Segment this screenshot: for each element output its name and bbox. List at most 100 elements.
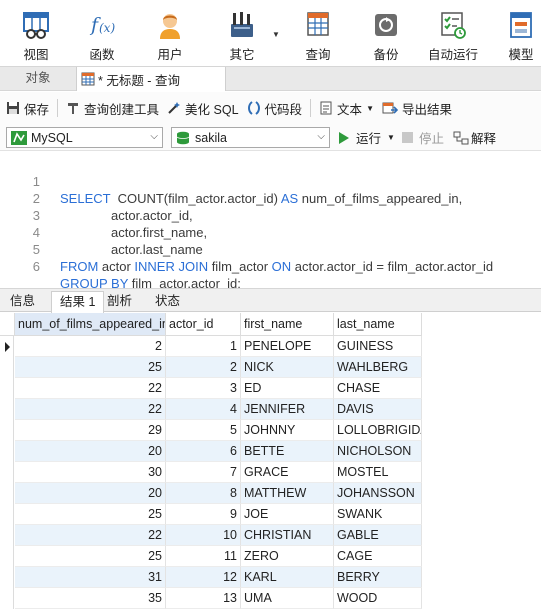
connection-select[interactable]: MySQL ⌵ (6, 127, 163, 148)
cell-first-name[interactable]: ZERO (241, 546, 334, 567)
tab-untitled-query[interactable]: * 无标题 - 查询 (76, 67, 226, 91)
code-snippet-button[interactable]: 代码段 (243, 97, 307, 119)
cell-last-name[interactable]: GABLE (334, 525, 422, 546)
cell-first-name[interactable]: PENELOPE (241, 336, 334, 357)
toolbar-view-button[interactable]: 视图 (18, 0, 54, 66)
table-row[interactable]: 22 10 CHRISTIAN GABLE (0, 525, 541, 546)
cell-last-name[interactable]: SWANK (334, 504, 422, 525)
tab-info[interactable]: 信息 (2, 291, 43, 312)
table-row[interactable]: 31 12 KARL BERRY (0, 567, 541, 588)
table-row[interactable]: 29 5 JOHNNY LOLLOBRIGIDA (0, 420, 541, 441)
toolbar-other-button[interactable]: 其它 (224, 0, 260, 66)
row-indicator[interactable] (0, 567, 14, 588)
table-row[interactable]: 25 9 JOE SWANK (0, 504, 541, 525)
cell-actor-id[interactable]: 2 (166, 357, 241, 378)
cell-last-name[interactable]: NICHOLSON (334, 441, 422, 462)
other-dropdown-arrow-icon[interactable]: ▼ (272, 30, 280, 39)
cell-last-name[interactable]: MOSTEL (334, 462, 422, 483)
cell-num-of-films[interactable]: 22 (15, 525, 166, 546)
save-button[interactable]: 保存 (0, 97, 53, 119)
toolbar-model-button[interactable]: 模型 (506, 0, 536, 66)
sql-editor[interactable]: 1 SELECT COUNT(film_actor.actor_id) AS n… (0, 152, 541, 291)
cell-last-name[interactable]: CAGE (334, 546, 422, 567)
cell-actor-id[interactable]: 4 (166, 399, 241, 420)
cell-num-of-films[interactable]: 2 (15, 336, 166, 357)
row-indicator[interactable] (0, 546, 14, 567)
toolbar-backup-button[interactable]: 备份 (368, 0, 404, 66)
table-row[interactable]: 20 8 MATTHEW JOHANSSON (0, 483, 541, 504)
cell-actor-id[interactable]: 10 (166, 525, 241, 546)
row-indicator[interactable] (0, 357, 14, 378)
cell-num-of-films[interactable]: 25 (15, 546, 166, 567)
query-builder-button[interactable]: 查询创建工具 (62, 97, 163, 119)
tab-profile[interactable]: 剖析 (99, 291, 140, 312)
row-indicator[interactable] (0, 462, 14, 483)
explain-button[interactable]: 解释 (453, 127, 496, 148)
cell-first-name[interactable]: JENNIFER (241, 399, 334, 420)
table-row[interactable]: 35 13 UMA WOOD (0, 588, 541, 609)
beautify-sql-button[interactable]: 美化 SQL (163, 97, 243, 119)
column-header-first-name[interactable]: first_name (241, 313, 334, 336)
cell-actor-id[interactable]: 6 (166, 441, 241, 462)
cell-num-of-films[interactable]: 30 (15, 462, 166, 483)
table-row[interactable]: 2 1 PENELOPE GUINESS (0, 336, 541, 357)
cell-actor-id[interactable]: 3 (166, 378, 241, 399)
export-results-button[interactable]: 导出结果 (378, 97, 456, 119)
cell-num-of-films[interactable]: 25 (15, 357, 166, 378)
cell-actor-id[interactable]: 11 (166, 546, 241, 567)
cell-num-of-films[interactable]: 20 (15, 483, 166, 504)
cell-last-name[interactable]: LOLLOBRIGIDA (334, 420, 422, 441)
table-row[interactable]: 20 6 BETTE NICHOLSON (0, 441, 541, 462)
cell-first-name[interactable]: UMA (241, 588, 334, 609)
cell-actor-id[interactable]: 13 (166, 588, 241, 609)
row-indicator[interactable] (0, 399, 14, 420)
row-indicator[interactable] (0, 588, 14, 609)
row-indicator[interactable] (0, 504, 14, 525)
table-row[interactable]: 30 7 GRACE MOSTEL (0, 462, 541, 483)
cell-num-of-films[interactable]: 35 (15, 588, 166, 609)
cell-last-name[interactable]: CHASE (334, 378, 422, 399)
database-select[interactable]: sakila ⌵ (171, 127, 330, 148)
toolbar-schedule-button[interactable]: 自动运行 (428, 0, 478, 66)
cell-actor-id[interactable]: 9 (166, 504, 241, 525)
cell-num-of-films[interactable]: 31 (15, 567, 166, 588)
cell-actor-id[interactable]: 8 (166, 483, 241, 504)
row-indicator[interactable] (0, 378, 14, 399)
stop-button[interactable]: 停止 (402, 127, 444, 148)
table-row[interactable]: 25 2 NICK WAHLBERG (0, 357, 541, 378)
cell-num-of-films[interactable]: 22 (15, 378, 166, 399)
cell-actor-id[interactable]: 1 (166, 336, 241, 357)
cell-first-name[interactable]: MATTHEW (241, 483, 334, 504)
row-indicator[interactable] (0, 336, 14, 357)
cell-num-of-films[interactable]: 29 (15, 420, 166, 441)
row-indicator[interactable] (0, 525, 14, 546)
row-indicator[interactable] (0, 441, 14, 462)
result-grid[interactable]: num_of_films_appeared_in actor_id first_… (0, 313, 541, 609)
cell-first-name[interactable]: ED (241, 378, 334, 399)
column-header-last-name[interactable]: last_name (334, 313, 422, 336)
cell-actor-id[interactable]: 12 (166, 567, 241, 588)
toolbar-function-button[interactable]: f (x) 函数 (84, 0, 120, 66)
cell-num-of-films[interactable]: 20 (15, 441, 166, 462)
cell-first-name[interactable]: BETTE (241, 441, 334, 462)
tab-result-1[interactable]: 结果 1 (51, 291, 105, 313)
table-row[interactable]: 22 3 ED CHASE (0, 378, 541, 399)
cell-last-name[interactable]: WOOD (334, 588, 422, 609)
cell-first-name[interactable]: JOE (241, 504, 334, 525)
cell-first-name[interactable]: NICK (241, 357, 334, 378)
cell-first-name[interactable]: GRACE (241, 462, 334, 483)
cell-last-name[interactable]: JOHANSSON (334, 483, 422, 504)
column-header-num-of-films[interactable]: num_of_films_appeared_in (15, 313, 166, 336)
row-indicator[interactable] (0, 420, 14, 441)
table-row[interactable]: 22 4 JENNIFER DAVIS (0, 399, 541, 420)
cell-actor-id[interactable]: 7 (166, 462, 241, 483)
tab-objects[interactable]: 对象 (0, 67, 76, 90)
cell-actor-id[interactable]: 5 (166, 420, 241, 441)
cell-first-name[interactable]: CHRISTIAN (241, 525, 334, 546)
tab-status[interactable]: 状态 (147, 291, 188, 312)
cell-last-name[interactable]: GUINESS (334, 336, 422, 357)
toolbar-query-button[interactable]: 查询 (300, 0, 336, 66)
run-button[interactable]: 运行 ▼ (338, 127, 395, 148)
cell-last-name[interactable]: WAHLBERG (334, 357, 422, 378)
row-indicator[interactable] (0, 483, 14, 504)
